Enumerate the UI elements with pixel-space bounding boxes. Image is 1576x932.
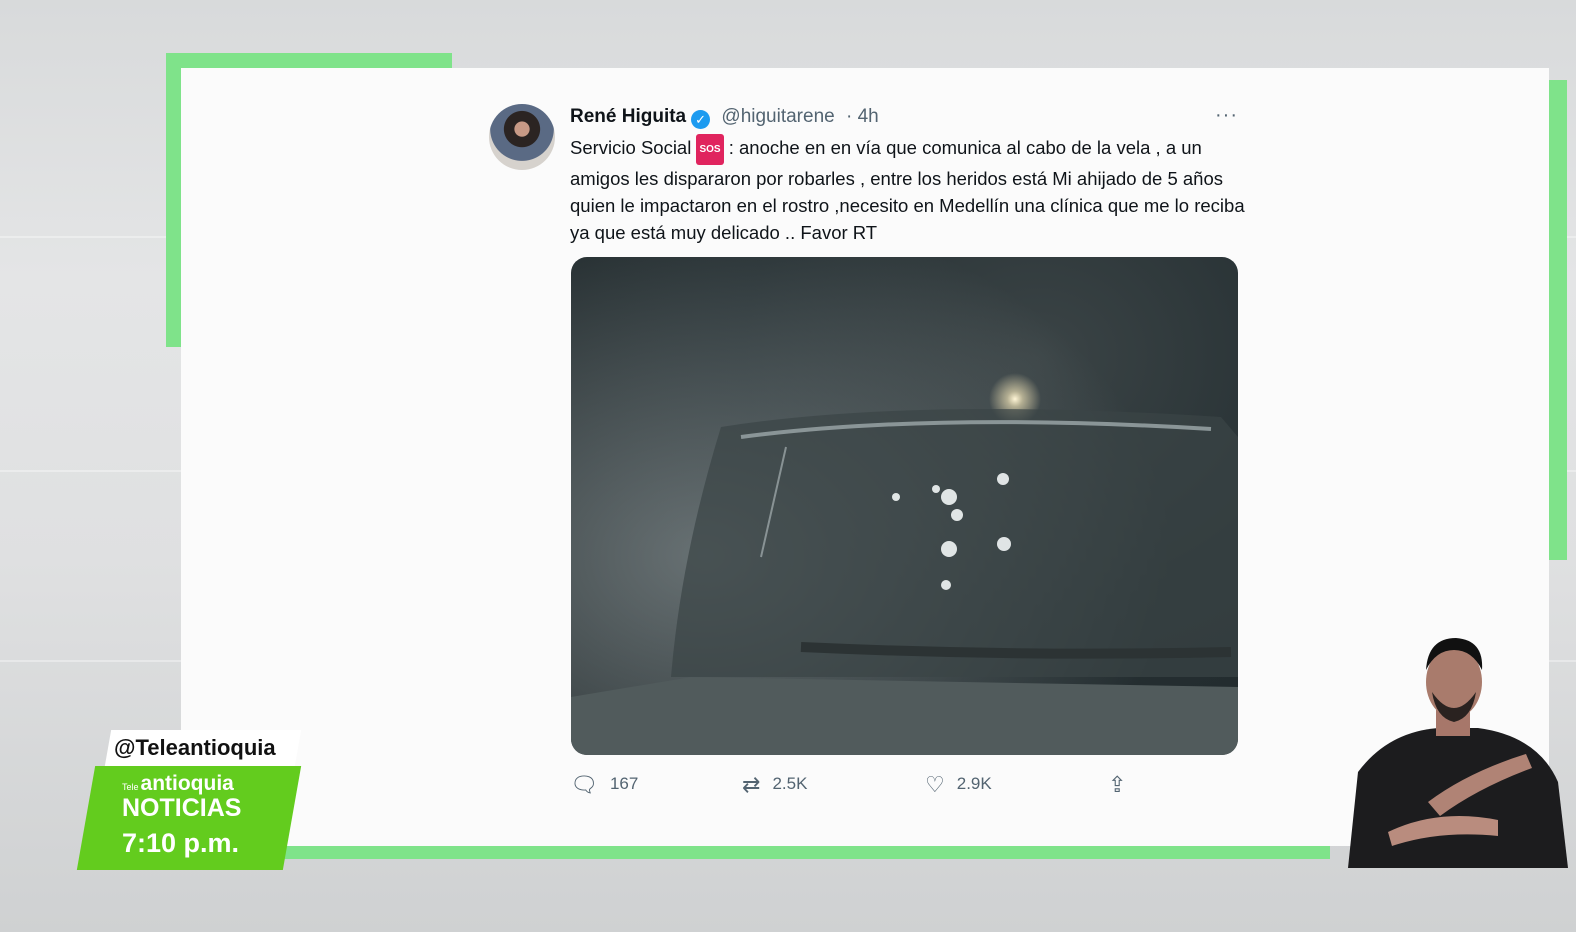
like-count: 2.9K [956, 774, 992, 793]
broadcast-ticker: @Teleantioquia Teleantioquia NOTICIAS 7:… [76, 730, 302, 870]
retweet-count: 2.5K [772, 774, 808, 793]
retweet-button[interactable]: ⇄ 2.5K [742, 772, 807, 798]
frame-accent-top [166, 53, 452, 69]
reply-button[interactable]: 🗨 167 [570, 772, 638, 798]
author-name[interactable]: René Higuita [570, 106, 686, 127]
author-handle[interactable]: @higuitarene [721, 106, 834, 127]
tweet-text-start: Servicio Social [570, 137, 692, 158]
tweet-photo[interactable] [571, 257, 1238, 755]
tweet-actions: 🗨 167 ⇄ 2.5K ♡ 2.9K ⇪ [570, 772, 1270, 802]
brand-prefix: Tele [122, 782, 139, 792]
tweet-header: René Higuita ✓ @higuitarene · 4h [570, 106, 879, 129]
heart-icon: ♡ [925, 772, 945, 797]
reply-count: 167 [609, 774, 639, 793]
share-icon: ⇪ [1108, 772, 1127, 797]
more-options-icon[interactable]: ··· [1215, 104, 1238, 127]
social-handle: @Teleantioquia [114, 735, 276, 760]
tweet-text: Servicio Social SOS : anoche en en vía q… [570, 134, 1250, 246]
windshield-photo-graphic [571, 257, 1238, 755]
sos-emoji: SOS [696, 134, 724, 165]
frame-accent-bottom [270, 845, 1330, 859]
like-button[interactable]: ♡ 2.9K [925, 772, 992, 798]
program-name: NOTICIAS [122, 794, 242, 822]
brand-name: antioquia [140, 772, 234, 795]
share-button[interactable]: ⇪ [1108, 772, 1138, 798]
broadcast-time: 7:10 p.m. [122, 828, 240, 858]
interpreter-figure [1348, 638, 1568, 868]
retweet-icon: ⇄ [742, 772, 761, 797]
verified-badge-icon: ✓ [691, 110, 711, 129]
speech-bubble-icon: 🗨 [570, 772, 598, 797]
frame-accent-right [1549, 80, 1567, 560]
tweet-time[interactable]: · 4h [846, 106, 879, 127]
channel-logo: Teleantioquia [122, 772, 234, 796]
frame-accent-left [166, 53, 182, 347]
sign-language-interpreter [1348, 632, 1568, 868]
avatar[interactable] [489, 104, 555, 170]
